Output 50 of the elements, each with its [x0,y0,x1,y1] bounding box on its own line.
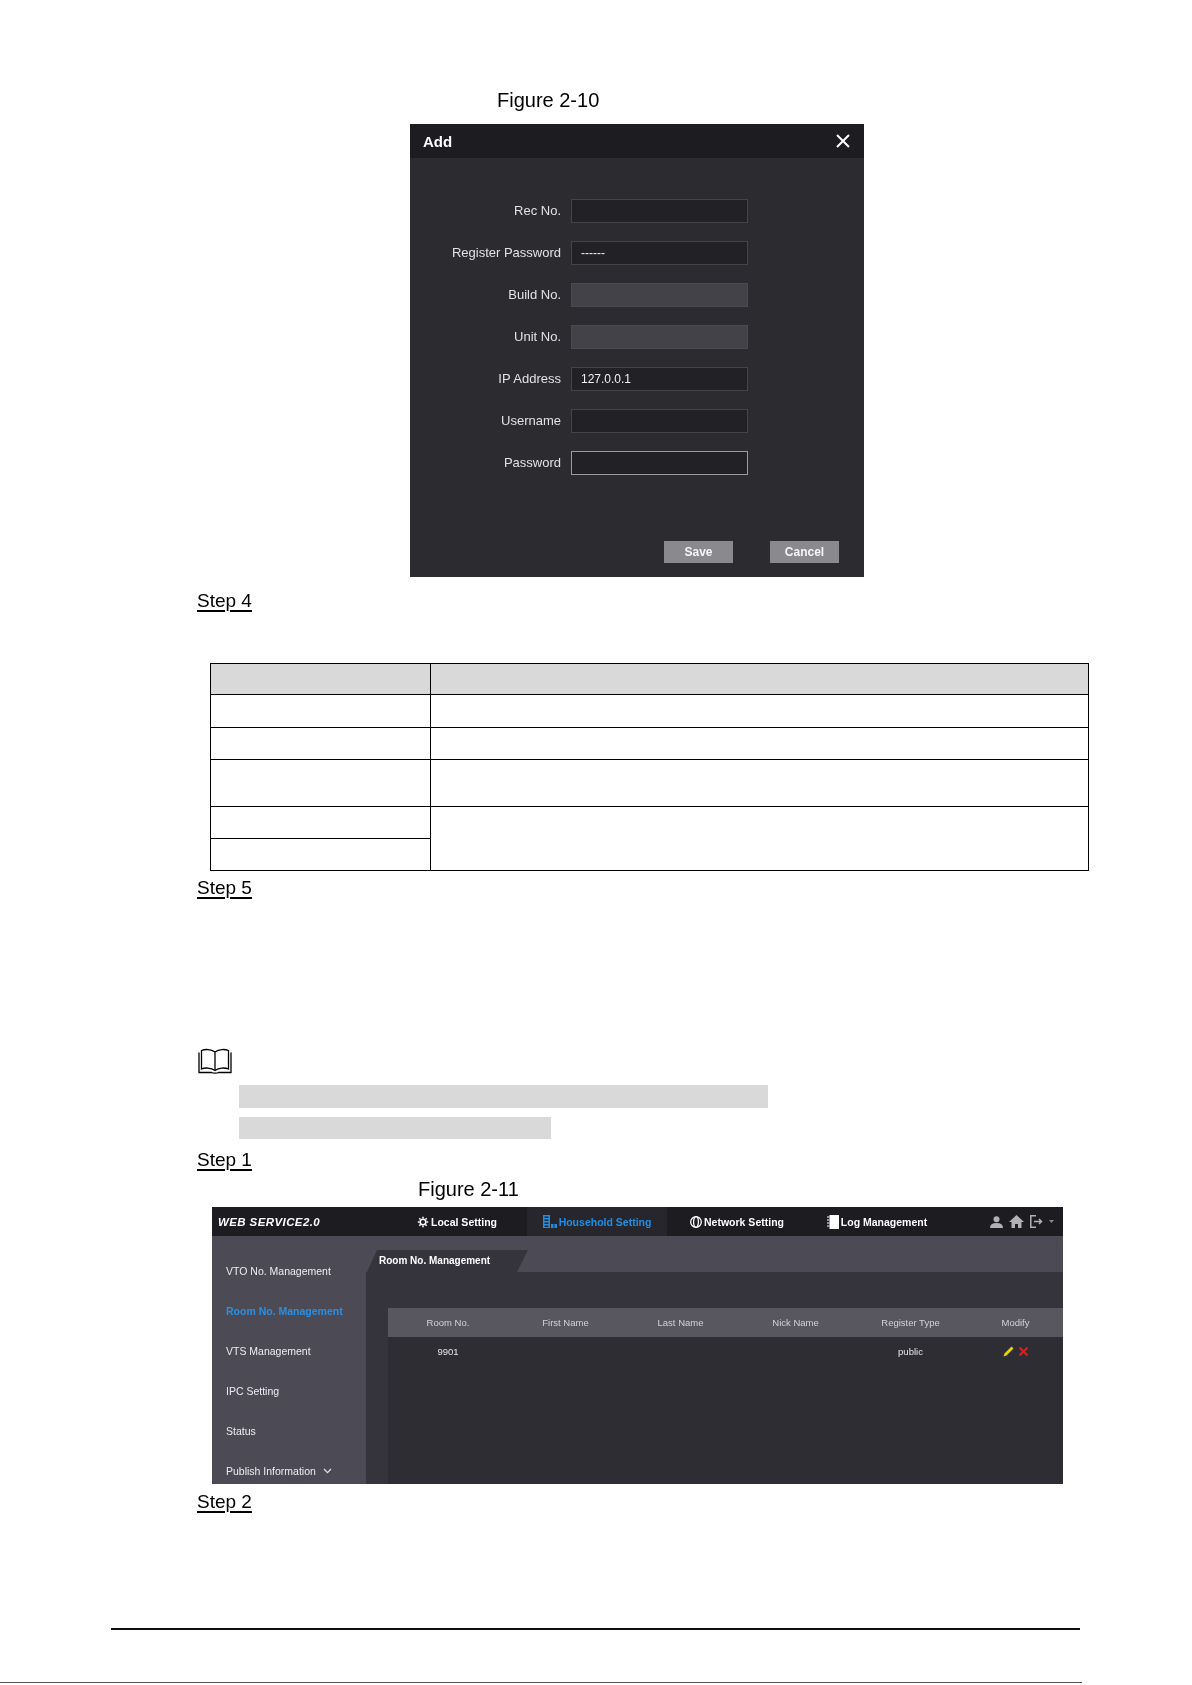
column-header: Room No. [426,1317,470,1328]
text-field[interactable] [571,451,748,475]
step-label: Step 4 [197,589,252,613]
dialog-title: Add [423,132,453,150]
text-field[interactable] [571,409,748,433]
app-logo: WEB SERVICE2.0 [218,1215,321,1228]
globe-icon [690,1215,703,1228]
field-label: Unit No. [514,329,561,345]
sidebar-item[interactable]: IPC Setting [226,1385,280,1397]
field-label: Rec No. [514,203,561,219]
menu-tab[interactable]: Household Setting [527,1207,667,1236]
sidebar-item[interactable]: VTS Management [226,1345,311,1357]
column-header: Register Type [881,1317,940,1328]
step-label: Step 2 [197,1490,252,1514]
step-label: Step 5 [197,876,252,900]
menu-tab[interactable]: Local Setting [387,1207,527,1236]
sidebar-item[interactable]: VTO No. Management [226,1265,331,1277]
chevron-icon [322,1468,332,1474]
text-field[interactable] [571,199,748,223]
sidebar-item[interactable]: Publish Information [226,1465,332,1477]
user-icon[interactable] [990,1215,1003,1228]
close-icon[interactable] [836,134,850,148]
field-label: Password [503,455,561,471]
field-label: Username [501,413,561,429]
pencil-icon[interactable] [1002,1345,1014,1357]
column-header: Last Name [657,1317,704,1328]
step-label: Step 1 [197,1148,252,1172]
gear-icon [417,1215,430,1228]
text-field[interactable]: ------ [571,241,748,265]
notepad-icon [826,1214,839,1229]
figure-caption: Figure 2-10 [497,88,600,113]
page-tab[interactable]: Room No. Management [367,1250,528,1272]
sidebar-item[interactable]: Status [226,1425,256,1437]
table-cell: 9901 [437,1345,459,1357]
table-cell: public [898,1345,923,1357]
field-label: Build No. [508,287,561,303]
caret-icon[interactable] [1049,1220,1054,1223]
menu-tab[interactable]: Log Management [807,1207,947,1236]
figure-caption: Figure 2-11 [418,1177,519,1202]
home-icon[interactable] [1009,1215,1024,1228]
field-label: Register Password [451,245,561,261]
column-header: First Name [542,1317,589,1328]
building-icon [542,1215,557,1228]
column-header: Nick Name [772,1317,819,1328]
text-field[interactable]: 127.0.0.1 [571,367,748,391]
menu-tab[interactable]: Network Setting [667,1207,807,1236]
book-icon [198,1047,232,1074]
logout-icon[interactable] [1030,1215,1043,1228]
column-header: Modify [1001,1317,1030,1328]
field-label: IP Address [498,371,561,387]
